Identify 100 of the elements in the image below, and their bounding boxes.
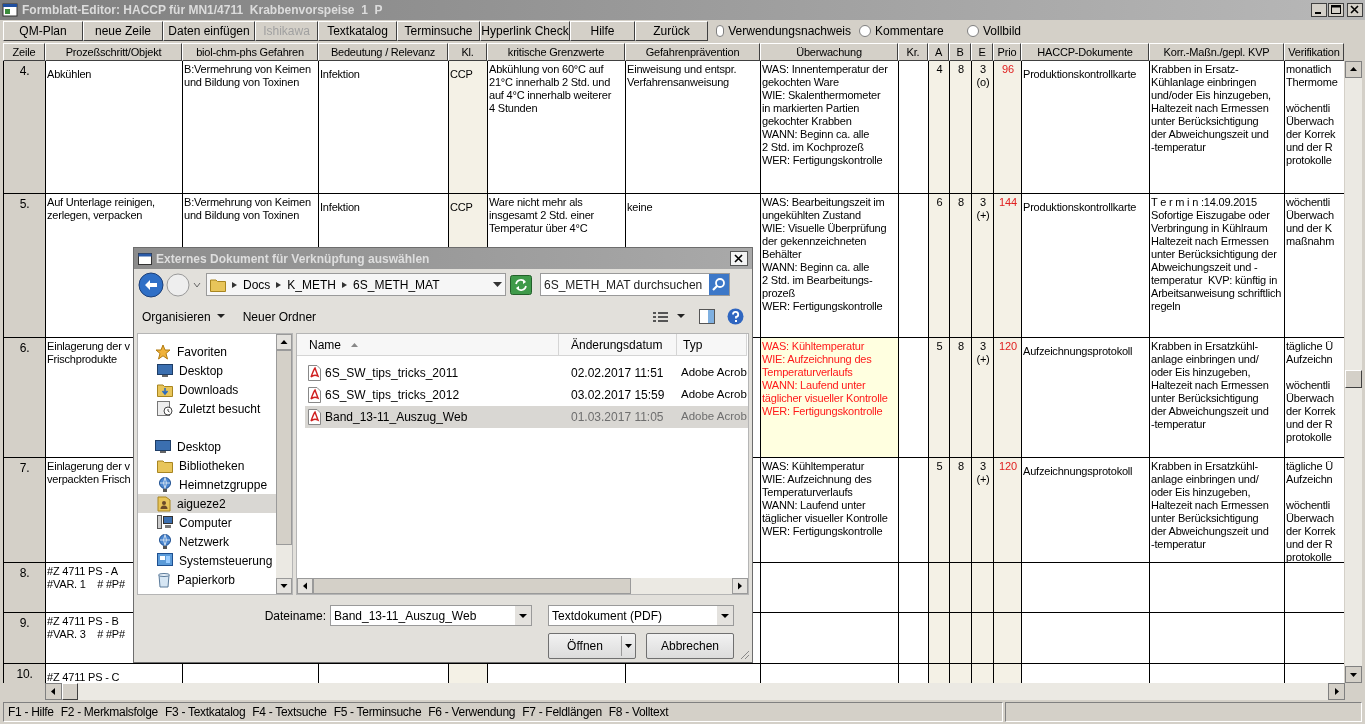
nav-item[interactable]: Papierkorb [138, 570, 276, 589]
scroll-right-button[interactable] [1328, 683, 1345, 700]
search-field[interactable]: 6S_METH_MAT durchsuchen [540, 273, 730, 296]
nav-item[interactable]: aigueze2 [138, 494, 276, 513]
scroll-down-button[interactable] [276, 578, 292, 594]
breadcrumb-item[interactable]: Docs [243, 275, 271, 294]
column-header[interactable]: Prio [993, 43, 1021, 61]
table-cell: 120 [999, 460, 1017, 473]
column-header[interactable]: kritische Grenzwerte [487, 43, 625, 61]
view-icon[interactable] [653, 310, 669, 323]
scroll-up-button[interactable] [1345, 61, 1362, 78]
breadcrumb-item[interactable]: K_METH [287, 275, 337, 294]
minimize-button[interactable] [1311, 3, 1327, 17]
toolbar-button[interactable]: QM-Plan [3, 21, 83, 41]
scroll-left-button[interactable] [297, 578, 313, 594]
resize-grip-icon[interactable] [738, 648, 750, 660]
column-header[interactable]: B [949, 43, 971, 61]
radio-button[interactable] [859, 25, 871, 37]
column-header[interactable]: Verifikation [1284, 43, 1344, 61]
nav-item[interactable]: Netzwerk [138, 532, 276, 551]
file-name[interactable]: Band_13-11_Auszug_Web [325, 408, 468, 426]
user-folder-icon [157, 495, 171, 512]
table-cell: CCP [450, 201, 473, 214]
table-cell: Ware nicht mehr als insgesamt 2 Std. einer Temperatur über 4°C [489, 196, 595, 235]
breadcrumb-item[interactable]: 6S_METH_MAT [353, 275, 440, 294]
column-header[interactable]: biol-chm-phs Gefahren [182, 43, 318, 61]
toolbar-button[interactable]: neue Zeile [83, 21, 163, 41]
file-row[interactable]: Band_13-11_Auszug_Web 01.03.2017 11:05 Adobe Acrob [305, 406, 748, 428]
toolbar-button[interactable]: Zurück [635, 21, 708, 41]
column-header[interactable]: Typ [677, 334, 747, 356]
maximize-button[interactable] [1328, 3, 1344, 17]
column-header[interactable]: Prozeßschritt/Objekt [45, 43, 182, 61]
scrollbar-thumb[interactable] [313, 578, 631, 594]
column-header[interactable]: Kl. [448, 43, 487, 61]
pdf-file-icon [308, 365, 321, 381]
nav-item[interactable]: Computer [138, 513, 276, 532]
address-bar[interactable]: Docs K_METH 6S_METH_MAT [206, 273, 506, 296]
menu-button[interactable]: Organisieren [142, 307, 225, 326]
dropdown-button[interactable] [717, 606, 733, 625]
nav-item[interactable]: Bibliotheken [138, 456, 276, 475]
search-icon[interactable] [709, 274, 729, 295]
refresh-button[interactable] [510, 274, 532, 295]
radio-button[interactable] [967, 25, 979, 37]
column-header[interactable]: Überwachung [760, 43, 898, 61]
table-cell: tägliche Ü Aufzeichn wöchentli Überwach der Korrek und der R protokolle [1286, 340, 1336, 444]
caret-icon[interactable] [621, 634, 635, 658]
column-header[interactable]: Bedeutung / Relevanz [318, 43, 448, 61]
scroll-up-button[interactable] [276, 334, 292, 350]
nav-item[interactable]: Heimnetzgruppe [138, 475, 276, 494]
column-header[interactable]: Änderungsdatum [559, 334, 677, 356]
preview-pane-icon[interactable] [699, 309, 715, 324]
nav-item[interactable]: Systemsteuerung [138, 551, 276, 570]
chevron-icon[interactable] [231, 280, 238, 289]
toolbar-button[interactable]: Textkatalog [318, 21, 397, 41]
column-header[interactable]: HACCP-Dokumente [1021, 43, 1149, 61]
back-button[interactable] [138, 271, 164, 298]
trash-icon [157, 571, 171, 588]
monitor-icon [157, 363, 173, 378]
toolbar-button[interactable]: Terminsuche [397, 21, 480, 41]
help-icon[interactable] [727, 308, 744, 325]
nav-item[interactable]: Favoriten [138, 342, 276, 361]
dialog-button[interactable]: Abbrechen [646, 633, 734, 659]
scroll-down-button[interactable] [1345, 666, 1362, 683]
file-row[interactable]: 6S_SW_tips_tricks_2011 02.02.2017 11:51 Adobe Acrob [305, 362, 748, 384]
column-header[interactable]: Kr. [898, 43, 928, 61]
toolbar-button[interactable]: Neuer Ordner [242, 307, 317, 326]
nav-item[interactable]: Downloads [138, 380, 276, 399]
close-button[interactable] [1347, 3, 1363, 17]
toolbar-button[interactable]: Hilfe [570, 21, 635, 41]
chevron-icon[interactable] [275, 280, 283, 289]
close-button[interactable] [730, 251, 748, 266]
scrollbar-thumb[interactable] [276, 350, 292, 545]
status-text: F7 - Feldlängen [522, 704, 602, 721]
filetype-combo[interactable]: Textdokument (PDF) [548, 605, 734, 626]
caret-icon[interactable] [677, 314, 685, 319]
radio-label: Verwendungsnachweis [728, 23, 851, 40]
file-row[interactable]: 6S_SW_tips_tricks_2012 03.02.2017 15:59 Adobe Acrob [305, 384, 748, 406]
column-header[interactable]: Korr.-Maßn./gepl. KVP [1149, 43, 1284, 61]
dropdown-icon[interactable] [493, 281, 502, 288]
file-name[interactable]: 6S_SW_tips_tricks_2011 [325, 364, 459, 382]
column-header[interactable]: Zeile [3, 43, 45, 61]
column-header[interactable]: E [971, 43, 993, 61]
toolbar-button[interactable]: Daten einfügen [163, 21, 255, 41]
nav-item[interactable]: Desktop [138, 361, 276, 380]
nav-item[interactable]: Zuletzt besucht [138, 399, 276, 418]
table-cell: #Z 4711 PS - A #VAR. 1 # #P# [47, 565, 125, 591]
file-name[interactable]: 6S_SW_tips_tricks_2012 [325, 386, 460, 404]
dialog-button[interactable]: Öffnen [548, 633, 636, 659]
scroll-left-button[interactable] [45, 683, 62, 700]
column-header[interactable]: Name [297, 334, 559, 356]
nav-item[interactable]: Desktop [138, 437, 276, 456]
filename-combo[interactable]: Band_13-11_Auszug_Web [330, 605, 532, 626]
table-cell: monatlich Thermome wöchentli Überwach der Korrek und der R protokolle [1286, 63, 1338, 167]
radio-button[interactable] [716, 25, 725, 37]
dropdown-button[interactable] [515, 606, 531, 625]
scroll-right-button[interactable] [732, 578, 748, 594]
chevron-icon[interactable] [341, 280, 349, 289]
column-header[interactable]: Gefahrenprävention [625, 43, 760, 61]
toolbar-button[interactable]: Hyperlink Check [480, 21, 570, 41]
column-header[interactable]: A [928, 43, 949, 61]
